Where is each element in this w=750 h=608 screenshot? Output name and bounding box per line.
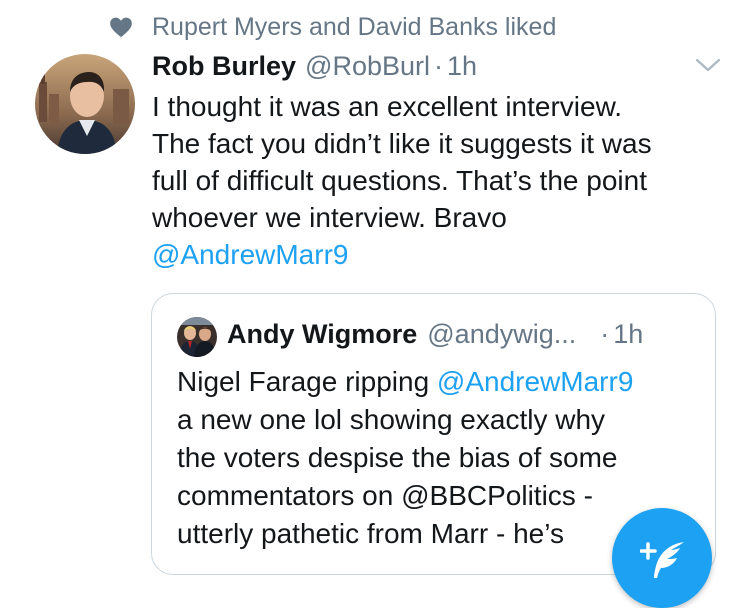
quoted-author-avatar[interactable] [177,317,217,357]
quoted-author-name[interactable]: Andy Wigmore [227,319,417,350]
separator-dot: · [600,318,610,349]
mention-link[interactable]: @AndrewMarr9 [152,236,732,273]
quoted-text-line: Nigel Farage ripping @AndrewMarr9 [177,363,707,401]
quoted-text-segment: commentators on [177,480,402,511]
author-handle[interactable]: @RobBurl [305,51,430,82]
profile-photo-icon [177,317,217,357]
social-context: Rupert Myers and David Banks liked [108,12,556,42]
tweet-text-line: The fact you didn’t like it suggests it … [152,128,652,159]
tweet-text: I thought it was an excellent interview.… [152,88,732,273]
quoted-text-line: the voters despise the bias of some [177,442,618,473]
chevron-down-icon[interactable] [694,56,722,74]
quoted-text-segment: - [575,480,593,511]
quoted-text-line: commentators on @BBCPolitics - [177,477,707,515]
tweet-text-line: full of difficult questions. That’s the … [152,165,647,196]
quoted-author-handle[interactable]: @andywig... [427,319,576,350]
quoted-mention-link[interactable]: @AndrewMarr9 [437,366,633,397]
tweet-text-line: I thought it was an excellent interview. [152,91,623,122]
tweet-header: Rob Burley @RobBurl · 1h [152,48,477,84]
heart-icon [110,17,132,38]
quoted-text-segment: @BBCPolitics [401,480,576,511]
tweet-timestamp[interactable]: 1h [447,51,477,82]
compose-feather-icon [640,542,684,578]
author-name[interactable]: Rob Burley [152,51,296,82]
separator-dot: · [434,50,443,81]
quoted-text-line: a new one lol showing exactly why [177,404,606,435]
tweet-text-line: whoever we interview. Bravo [152,202,507,233]
social-context-text[interactable]: Rupert Myers and David Banks liked [152,13,556,42]
quoted-tweet-timestamp[interactable]: 1h [613,319,643,350]
quoted-tweet-header: Andy Wigmore @andywig... · 1h [227,316,643,352]
author-avatar[interactable] [35,54,135,154]
profile-photo-icon [35,54,135,154]
compose-tweet-button[interactable] [612,508,712,608]
quoted-text-segment: Nigel Farage ripping [177,366,437,397]
